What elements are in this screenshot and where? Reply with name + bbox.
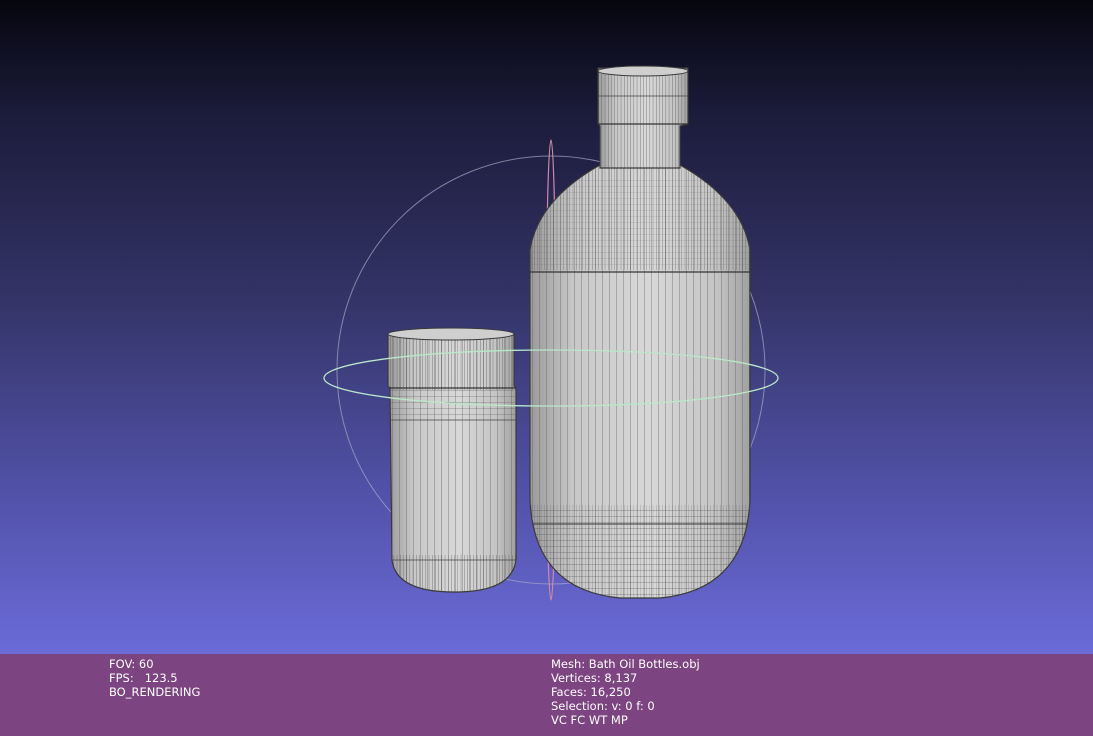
3d-viewport[interactable] <box>0 0 1093 654</box>
fps-label: FPS: 123.5 <box>109 671 178 685</box>
render-mode-label: BO_RENDERING <box>109 685 201 699</box>
mesh-info: Mesh: Bath Oil Bottles.obj Vertices: 8,1… <box>551 657 700 727</box>
selection-label: Selection: v: 0 f: 0 <box>551 699 655 713</box>
mesh-name-label: Mesh: Bath Oil Bottles.obj <box>551 657 700 671</box>
info-bar: FOV: 60 FPS: 123.5 BO_RENDERING Mesh: Ba… <box>0 654 1093 736</box>
faces-label: Faces: 16,250 <box>551 685 631 699</box>
render-info: FOV: 60 FPS: 123.5 BO_RENDERING <box>109 657 200 699</box>
tall-bottle[interactable] <box>526 64 756 600</box>
mesh-scene[interactable] <box>0 0 1093 654</box>
vertices-label: Vertices: 8,137 <box>551 671 638 685</box>
fov-label: FOV: 60 <box>109 657 154 671</box>
small-jar[interactable] <box>384 322 520 596</box>
flags-label: VC FC WT MP <box>551 713 628 727</box>
